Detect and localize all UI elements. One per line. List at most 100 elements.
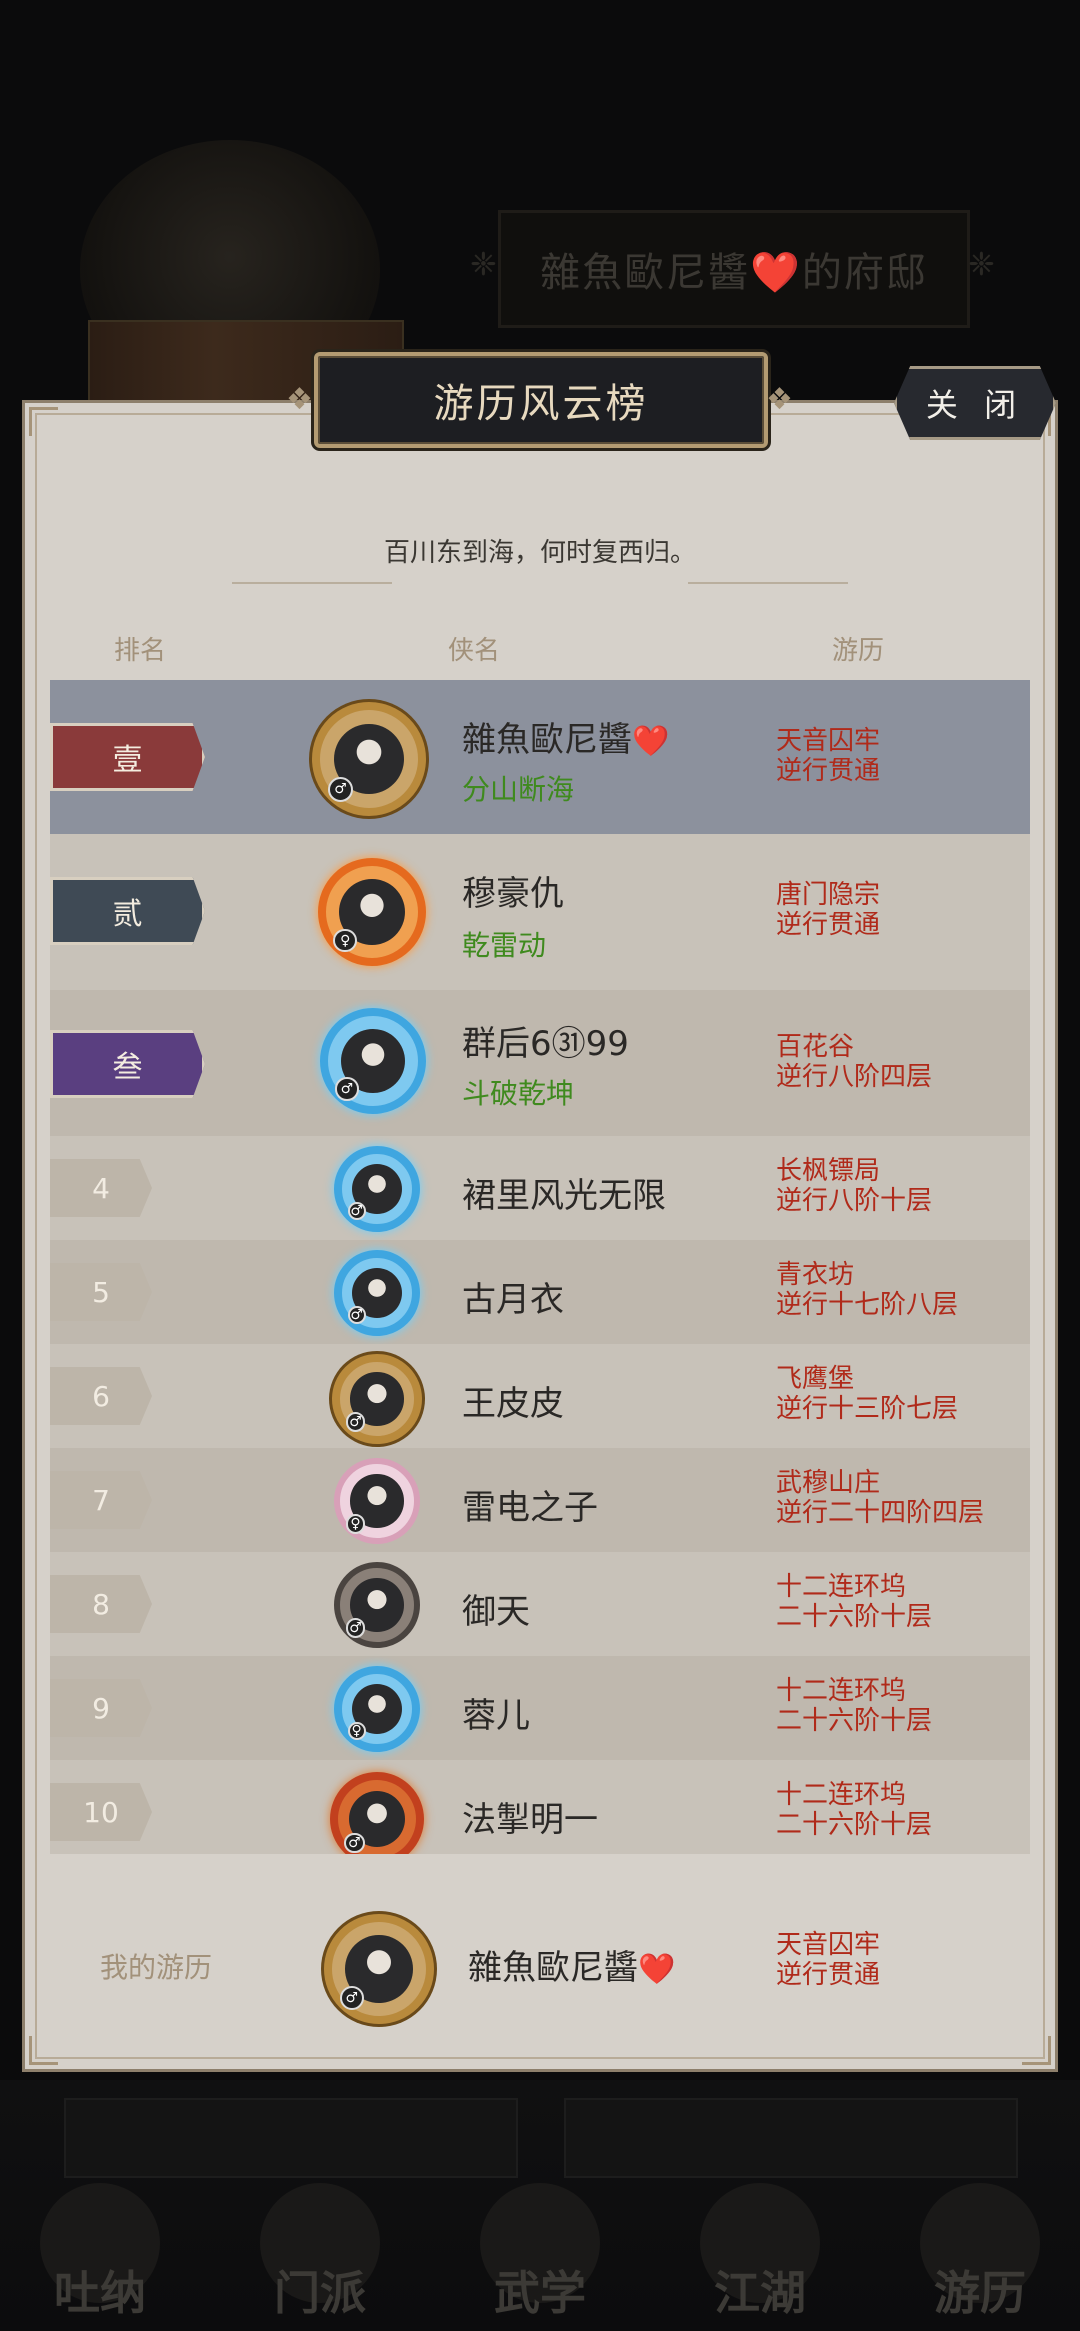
rank-badge-bronze: 叁 xyxy=(50,1030,205,1098)
player-avatar[interactable]: ♂ xyxy=(312,702,426,816)
player-name: 穆豪仇 xyxy=(462,874,564,914)
travel-progress: 逆行十七阶八层 xyxy=(776,1290,959,1320)
travel-location: 百花谷 xyxy=(776,1032,855,1062)
player-name: 群后6㉛99 xyxy=(462,1024,629,1064)
mansion-banner: 雜魚歐尼醬❤️的府邸 xyxy=(498,210,970,328)
travel-progress: 逆行二十四阶四层 xyxy=(776,1498,985,1528)
gender-icon: ♂ xyxy=(345,1412,366,1432)
column-header-name: 侠名 xyxy=(448,636,501,666)
bottom-bar-left xyxy=(64,2098,518,2178)
rank-badge-gold: 壹 xyxy=(50,723,205,791)
nav-tab-tuna[interactable]: 吐纳 xyxy=(10,2173,190,2331)
travel-progress: 逆行十三阶七层 xyxy=(776,1394,959,1424)
ranking-row[interactable]: 4 ♂ 裙里风光无限 长枫镖局 逆行八阶十层 xyxy=(50,1136,1030,1240)
player-name: 雜魚歐尼醬❤️ xyxy=(462,720,670,760)
rank-number: 9 xyxy=(50,1679,152,1737)
gender-icon: ♂ xyxy=(327,776,354,803)
travel-progress: 逆行八阶四层 xyxy=(776,1062,933,1092)
close-button[interactable]: 关 闭 xyxy=(894,366,1056,440)
ranking-row[interactable]: 叁 ♂ 群后6㉛99 斗破乾坤 百花谷 逆行八阶四层 xyxy=(50,990,1030,1136)
gender-icon: ♀ xyxy=(333,928,358,953)
my-name: 雜魚歐尼醬❤️ xyxy=(468,1948,676,1988)
rank-number: 8 xyxy=(50,1575,152,1633)
player-avatar[interactable]: ♂ xyxy=(332,1354,422,1444)
player-name: 古月衣 xyxy=(462,1280,564,1320)
gender-icon: ♀ xyxy=(347,1721,366,1740)
ranking-row[interactable]: 8 ♂ 御天 十二连环坞 二十六阶十层 xyxy=(50,1552,1030,1656)
travel-location: 飞鹰堡 xyxy=(776,1364,855,1394)
my-progress: 逆行贯通 xyxy=(776,1960,881,1990)
ranking-row[interactable]: 贰 ♀ 穆豪仇 乾雷动 唐门隐宗 逆行贯通 xyxy=(50,834,1030,990)
divider-left xyxy=(232,582,392,584)
ranking-row[interactable]: 10 ♂ 法掣明一 十二连环坞 二十六阶十层 xyxy=(50,1760,1030,1854)
rank-number: 6 xyxy=(50,1367,152,1425)
ranking-row[interactable]: 7 ♀ 雷电之子 武穆山庄 逆行二十四阶四层 xyxy=(50,1448,1030,1552)
corner-ornament xyxy=(1022,2036,1051,2065)
travel-location: 唐门隐宗 xyxy=(776,880,881,910)
ranking-row[interactable]: 6 ♂ 王皮皮 飞鹰堡 逆行十三阶七层 xyxy=(50,1344,1030,1448)
nav-tab-jianghu[interactable]: 江湖 xyxy=(670,2173,850,2331)
nav-tab-martial[interactable]: 武学 xyxy=(450,2173,630,2331)
ranking-list[interactable]: 壹 ♂ 雜魚歐尼醬❤️ 分山断海 天音囚牢 逆行贯通 贰 ♀ 穆豪仇 乾雷动 唐… xyxy=(50,680,1030,1854)
travel-location: 十二连环坞 xyxy=(776,1676,907,1706)
player-name: 御天 xyxy=(462,1592,530,1632)
travel-location: 青衣坊 xyxy=(776,1260,855,1290)
my-record-label: 我的游历 xyxy=(100,1951,213,1984)
player-title: 乾雷动 xyxy=(462,929,547,962)
player-avatar[interactable]: ♀ xyxy=(334,1666,420,1752)
title-ornament-left: ❖ xyxy=(286,382,313,417)
column-header-progress: 游历 xyxy=(832,636,885,666)
travel-progress: 逆行贯通 xyxy=(776,756,881,786)
player-avatar[interactable]: ♂ xyxy=(334,1146,420,1232)
player-avatar[interactable]: ♂ xyxy=(334,1250,420,1336)
player-avatar[interactable]: ♀ xyxy=(334,1458,420,1544)
rank-badge-silver: 贰 xyxy=(50,877,205,945)
travel-location: 天音囚牢 xyxy=(776,726,881,756)
travel-progress: 二十六阶十层 xyxy=(776,1810,933,1840)
player-title: 分山断海 xyxy=(462,773,575,806)
player-name: 王皮皮 xyxy=(462,1384,564,1424)
rank-number: 7 xyxy=(50,1471,152,1529)
nav-tab-travel[interactable]: 游历 xyxy=(890,2173,1070,2331)
ranking-row[interactable]: 5 ♂ 古月衣 青衣坊 逆行十七阶八层 xyxy=(50,1240,1030,1344)
gender-icon: ♂ xyxy=(347,1305,366,1324)
ranking-row[interactable]: 9 ♀ 蓉儿 十二连环坞 二十六阶十层 xyxy=(50,1656,1030,1760)
gender-icon: ♀ xyxy=(345,1514,366,1534)
travel-progress: 逆行八阶十层 xyxy=(776,1186,933,1216)
nav-tab-sect[interactable]: 门派 xyxy=(230,2173,410,2331)
player-avatar[interactable]: ♂ xyxy=(334,1562,420,1648)
travel-location: 十二连环坞 xyxy=(776,1780,907,1810)
player-name: 裙里风光无限 xyxy=(462,1176,666,1216)
bottom-navigation: 吐纳 门派 武学 江湖 游历 xyxy=(0,2080,1080,2331)
rank-number: 10 xyxy=(50,1783,152,1841)
travel-location: 十二连环坞 xyxy=(776,1572,907,1602)
heart-icon: ❤️ xyxy=(638,1952,676,1987)
rank-number: 4 xyxy=(50,1159,152,1217)
player-name: 法掣明一 xyxy=(462,1800,598,1840)
travel-location: 武穆山庄 xyxy=(776,1468,881,1498)
banner-ornament-left: ❈ xyxy=(470,245,497,283)
title-ornament-right: ❖ xyxy=(766,382,793,417)
my-avatar[interactable]: ♂ xyxy=(324,1914,434,2024)
travel-progress: 逆行贯通 xyxy=(776,910,881,940)
corner-ornament xyxy=(29,2036,58,2065)
gender-icon: ♂ xyxy=(344,1833,365,1854)
my-location: 天音囚牢 xyxy=(776,1930,881,1960)
divider-right xyxy=(688,582,848,584)
heart-icon: ❤️ xyxy=(632,724,670,759)
ranking-row[interactable]: 壹 ♂ 雜魚歐尼醬❤️ 分山断海 天音囚牢 逆行贯通 xyxy=(50,680,1030,834)
player-avatar[interactable]: ♂ xyxy=(330,1772,424,1854)
travel-location: 长枫镖局 xyxy=(776,1156,881,1186)
column-header-rank: 排名 xyxy=(114,636,167,666)
player-avatar[interactable]: ♀ xyxy=(318,858,426,966)
bottom-bar-right xyxy=(564,2098,1018,2178)
player-name: 雷电之子 xyxy=(462,1488,598,1528)
banner-ornament-right: ❈ xyxy=(968,245,995,283)
gender-icon: ♂ xyxy=(345,1618,366,1638)
rank-number: 5 xyxy=(50,1263,152,1321)
travel-progress: 二十六阶十层 xyxy=(776,1602,933,1632)
player-avatar[interactable]: ♂ xyxy=(320,1008,426,1114)
corner-ornament xyxy=(29,407,58,436)
travel-progress: 二十六阶十层 xyxy=(776,1706,933,1736)
dialog-subtitle: 百川东到海，何时复西归。 xyxy=(383,538,696,568)
